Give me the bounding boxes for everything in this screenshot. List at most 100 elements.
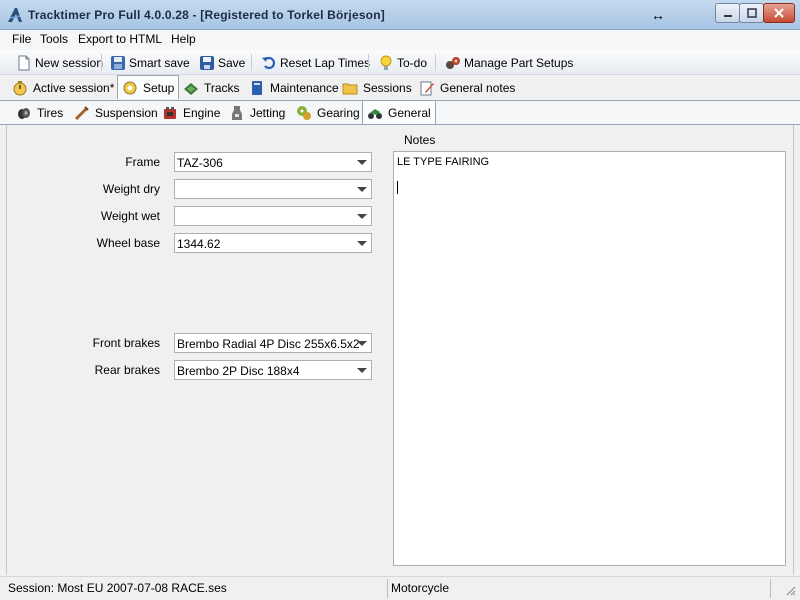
tab-engine-label: Engine (183, 106, 221, 120)
status-divider (770, 579, 771, 598)
menu-file[interactable]: File (10, 32, 33, 46)
title-bar[interactable]: Tracktimer Pro Full 4.0.0.28 - [Register… (0, 0, 800, 30)
chevron-down-icon[interactable] (357, 160, 367, 165)
new-session-button[interactable]: New session (16, 52, 103, 73)
resize-grip-icon[interactable] (784, 584, 796, 596)
toolbar-separator (251, 54, 252, 71)
notes-content: LE TYPE FAIRING (397, 156, 490, 168)
engine-icon (164, 107, 176, 119)
tab-suspension[interactable]: Suspension (70, 102, 162, 124)
save-button[interactable]: Save (199, 52, 245, 73)
tab-engine[interactable]: Engine (158, 102, 224, 124)
tab-setup-label: Setup (143, 80, 175, 95)
reset-lap-times-button[interactable]: Reset Lap Times (261, 52, 370, 73)
toolbar: New session Smart save Save Reset Lap Ti… (0, 50, 800, 75)
weight-wet-label: Weight wet (100, 209, 160, 223)
chevron-down-icon[interactable] (357, 187, 367, 192)
manage-part-setups-label: Manage Part Setups (464, 55, 574, 70)
tires-icon (18, 108, 30, 119)
menu-tools[interactable]: Tools (38, 32, 70, 46)
maximize-icon (746, 8, 757, 18)
resize-cursor-icon: ↔ (651, 7, 665, 23)
text-caret (397, 181, 398, 194)
chevron-down-icon[interactable] (357, 341, 367, 346)
minimize-button[interactable] (715, 3, 740, 23)
close-icon (774, 8, 784, 18)
menu-help[interactable]: Help (169, 32, 198, 46)
toolbar-separator (101, 54, 102, 71)
todo-label: To-do (397, 55, 428, 70)
front-brakes-value: Brembo Radial 4P Disc 255x6.5x2 (177, 337, 360, 351)
tab-gearing-label: Gearing (317, 106, 360, 120)
front-brakes-label: Front brakes (92, 336, 160, 350)
tab-gearing[interactable]: Gearing (292, 102, 364, 124)
status-vehicle: Motorcycle (391, 581, 450, 595)
tab-active-session[interactable]: Active session* (8, 77, 118, 99)
menu-bar: File Tools Export to HTML Help (0, 30, 800, 50)
setup-gear-icon (123, 81, 137, 94)
suspension-icon (74, 106, 89, 121)
rear-brakes-value: Brembo 2P Disc 188x4 (177, 364, 300, 378)
tab-setup[interactable]: Setup (117, 75, 180, 99)
tab-sessions-label: Sessions (363, 81, 412, 95)
jetting-icon (232, 106, 242, 120)
stopwatch-icon (13, 81, 27, 96)
tab-jetting[interactable]: Jetting (225, 102, 289, 124)
maximize-button[interactable] (739, 3, 764, 23)
todo-button[interactable]: To-do (378, 52, 427, 73)
tab-tracks-label: Tracks (204, 81, 240, 95)
frame-label: Frame (125, 155, 160, 169)
tab-tracks[interactable]: Tracks (179, 77, 244, 99)
toolbar-separator (435, 54, 436, 71)
status-divider (387, 579, 388, 598)
new-document-icon (18, 55, 30, 70)
general-motorcycle-icon (368, 108, 382, 119)
tab-suspension-label: Suspension (95, 106, 158, 120)
front-brakes-combobox[interactable]: Brembo Radial 4P Disc 255x6.5x2 (174, 333, 372, 353)
maintenance-book-icon (252, 81, 262, 95)
smart-save-icon (111, 55, 125, 70)
save-label: Save (218, 55, 246, 70)
gearing-icon (297, 106, 311, 120)
wheel-base-combobox[interactable]: 1344.62 (174, 233, 372, 253)
tab-tires-label: Tires (37, 106, 64, 120)
menu-export-html[interactable]: Export to HTML (76, 32, 164, 46)
wheel-base-label: Wheel base (96, 236, 160, 250)
save-icon (200, 55, 214, 70)
window-title: Tracktimer Pro Full 4.0.0.28 - [Register… (28, 8, 385, 22)
tab-sessions[interactable]: Sessions (338, 77, 416, 99)
undo-arrow-icon (262, 56, 276, 69)
track-flag-icon (184, 83, 198, 95)
chevron-down-icon[interactable] (357, 214, 367, 219)
lightbulb-icon (380, 55, 392, 70)
parts-icon (446, 56, 460, 69)
close-button[interactable] (763, 3, 795, 23)
notes-label: Notes (404, 133, 436, 147)
new-session-label: New session (35, 55, 104, 70)
tab-tires[interactable]: Tires (12, 102, 67, 124)
main-tab-bar: Active session* Setup Tracks Maintenance… (0, 75, 800, 100)
rear-brakes-label: Rear brakes (94, 363, 160, 377)
notes-textarea[interactable]: LE TYPE FAIRING (393, 151, 786, 566)
tab-maintenance[interactable]: Maintenance (245, 77, 343, 99)
tab-jetting-label: Jetting (250, 106, 286, 120)
chevron-down-icon[interactable] (357, 368, 367, 373)
weight-dry-combobox[interactable] (174, 179, 372, 199)
tab-general[interactable]: General (362, 100, 436, 124)
app-logo-icon (8, 8, 22, 22)
tab-maintenance-label: Maintenance (270, 81, 339, 95)
weight-wet-combobox[interactable] (174, 206, 372, 226)
status-session: Session: Most EU 2007-07-08 RACE.ses (8, 581, 227, 595)
tab-general-label: General (388, 105, 431, 120)
frame-combobox[interactable]: TAZ-306 (174, 152, 372, 172)
folder-icon (342, 83, 358, 95)
rear-brakes-combobox[interactable]: Brembo 2P Disc 188x4 (174, 360, 372, 380)
minimize-icon (723, 15, 732, 17)
chevron-down-icon[interactable] (357, 241, 367, 246)
smart-save-label: Smart save (129, 55, 190, 70)
tab-general-notes[interactable]: General notes (415, 77, 519, 99)
weight-dry-label: Weight dry (102, 182, 160, 196)
manage-part-setups-button[interactable]: Manage Part Setups (445, 52, 573, 73)
smart-save-button[interactable]: Smart save (110, 52, 190, 73)
tab-general-notes-label: General notes (440, 81, 516, 95)
